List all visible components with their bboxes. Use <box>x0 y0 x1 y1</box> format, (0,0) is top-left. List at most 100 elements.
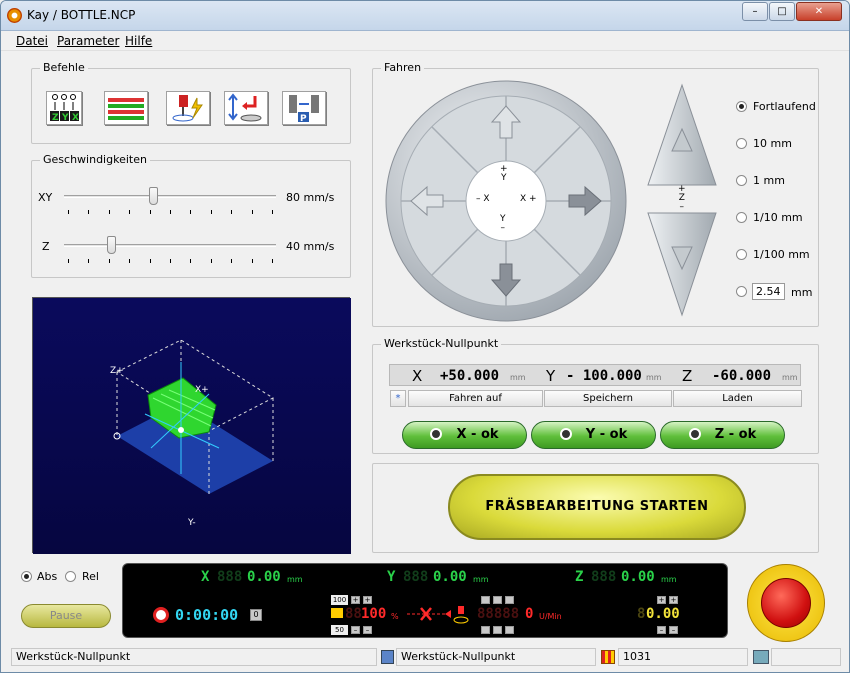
z-speed-label: Z <box>42 240 50 253</box>
slider-tick <box>231 210 233 214</box>
tool-change-icon <box>228 93 262 122</box>
status-middle: Werkstück-Nullpunkt <box>396 648 596 666</box>
clock-icon <box>153 607 169 623</box>
preview-yminus-label: Y- <box>187 518 196 528</box>
tool-down2-button[interactable]: – <box>669 626 678 634</box>
xy-speed-slider-thumb[interactable] <box>149 187 159 205</box>
status-count: 1031 <box>618 648 748 666</box>
svg-text:P: P <box>300 114 307 124</box>
status-tool-icon <box>381 650 394 664</box>
fahren-auf-button[interactable]: Fahren auf <box>408 390 543 407</box>
rel-label: Rel <box>82 570 99 583</box>
readout-x-dim: 888 <box>217 569 243 585</box>
laden-button[interactable]: Laden <box>673 390 802 407</box>
nullpunkt-z-value: -60.000 <box>712 368 772 384</box>
probe-p-button[interactable]: P <box>282 91 326 125</box>
table-grid-button[interactable] <box>104 91 148 125</box>
readout-y-axis: Y <box>387 569 396 585</box>
step-custom-unit: mm <box>791 286 813 299</box>
slider-tick <box>68 259 69 263</box>
feed-percent: 100 <box>361 606 387 622</box>
step-option-radio[interactable] <box>736 138 747 149</box>
nullpunkt-y-unit: mm <box>646 373 662 382</box>
pause-button[interactable]: Pause <box>21 604 111 628</box>
emergency-stop-button[interactable] <box>747 564 825 642</box>
title-bar[interactable]: Kay / BOTTLE.NCP – □ ✕ <box>1 1 849 31</box>
feed-min-label: 50 <box>331 625 348 635</box>
status-bar: Werkstück-Nullpunkt Werkstück-Nullpunkt … <box>1 646 849 672</box>
zyx-order-button[interactable]: ZYX <box>46 91 82 125</box>
rpm-up2-button[interactable] <box>493 596 502 604</box>
feed-dim: 88 <box>345 606 362 622</box>
tool-up-button[interactable]: + <box>657 596 666 604</box>
y-ok-button[interactable]: Y - ok <box>531 421 656 449</box>
slider-tick <box>251 259 253 263</box>
step-option-radio[interactable] <box>736 212 747 223</box>
wheel-xminus-label: – X <box>476 194 490 204</box>
step-option-radio[interactable] <box>736 101 747 112</box>
maximize-button[interactable]: □ <box>769 2 795 21</box>
nullpunkt-y-value: - 100.000 <box>566 368 642 384</box>
rpm-dim: 88888 <box>477 606 520 622</box>
rpm-unit: U/Min <box>539 612 562 621</box>
menu-parameter[interactable]: Parameter <box>57 34 119 48</box>
rpm-down3-button[interactable] <box>505 626 514 634</box>
slider-tick <box>190 259 192 263</box>
rpm-up3-button[interactable] <box>505 596 514 604</box>
fahren-label: Fahren <box>381 61 425 74</box>
z-ok-label: Z - ok <box>714 427 757 442</box>
slider-tick <box>129 210 131 214</box>
feed-up-button[interactable]: + <box>351 596 360 604</box>
target-icon <box>688 428 701 440</box>
step-option-label: 1/100 mm <box>753 248 810 261</box>
spindle-lightning-button[interactable] <box>166 91 210 125</box>
elapsed-time: 0:00:00 <box>175 606 239 624</box>
slider-tick <box>170 210 171 214</box>
stop-knob-icon <box>761 578 811 628</box>
xy-speed-track[interactable] <box>64 195 276 198</box>
spindle-lightning-icon <box>172 95 203 122</box>
nullpunkt-x-unit: mm <box>510 373 526 382</box>
slider-tick <box>68 210 69 214</box>
xy-speed-value: 80 mm/s <box>286 191 335 204</box>
tool-down-button[interactable]: – <box>657 626 666 634</box>
x-ok-button[interactable]: X - ok <box>402 421 527 449</box>
readout-y-value: 0.00 <box>433 569 467 585</box>
slider-tick <box>88 210 90 214</box>
rel-radio[interactable] <box>65 571 76 582</box>
abs-radio[interactable] <box>21 571 32 582</box>
z-speed-track[interactable] <box>64 244 276 247</box>
speichern-button[interactable]: Speichern <box>544 390 672 407</box>
menu-datei[interactable]: Datei <box>16 34 48 48</box>
xy-speed-label: XY <box>38 191 53 204</box>
rpm-down2-button[interactable] <box>493 626 502 634</box>
status-right <box>771 648 841 666</box>
status-readout-panel: X 888 0.00 mm Y 888 0.00 mm Z 888 0.00 m… <box>122 563 728 638</box>
z-ok-button[interactable]: Z - ok <box>660 421 785 449</box>
menu-hilfe[interactable]: Hilfe <box>125 34 152 48</box>
feed-down2-button[interactable]: – <box>363 626 372 634</box>
start-milling-button[interactable]: FRÄSBEARBEITUNG STARTEN <box>448 474 746 540</box>
feed-down-button[interactable]: – <box>351 626 360 634</box>
time-reset-button[interactable]: 0 <box>250 609 262 621</box>
step-option-radio[interactable] <box>736 249 747 260</box>
slider-tick <box>129 259 131 263</box>
y-ok-label: Y - ok <box>585 427 628 442</box>
tool-up2-button[interactable]: + <box>669 596 678 604</box>
geschwindigkeiten-group: Geschwindigkeiten XY 80 mm/s Z 40 mm/s <box>31 153 351 278</box>
rpm-up-button[interactable] <box>481 596 490 604</box>
step-option-radio[interactable] <box>736 175 747 186</box>
close-button[interactable]: ✕ <box>796 2 842 21</box>
feed-up2-button[interactable]: + <box>363 596 372 604</box>
toolpath-preview[interactable]: Z+ X+ Y- <box>32 297 351 554</box>
step-custom-radio[interactable] <box>736 286 747 297</box>
preview-xplus-label: X+ <box>195 385 209 395</box>
z-speed-slider-thumb[interactable] <box>106 236 116 254</box>
tool-change-button[interactable] <box>224 91 268 125</box>
nullpunkt-star-button[interactable]: * <box>390 390 406 407</box>
slider-tick <box>149 210 151 214</box>
wheel-xplus-label: X + <box>520 194 537 204</box>
rpm-down-button[interactable] <box>481 626 490 634</box>
step-custom-input[interactable]: 2.54 <box>752 283 785 300</box>
minimize-button[interactable]: – <box>742 2 768 21</box>
